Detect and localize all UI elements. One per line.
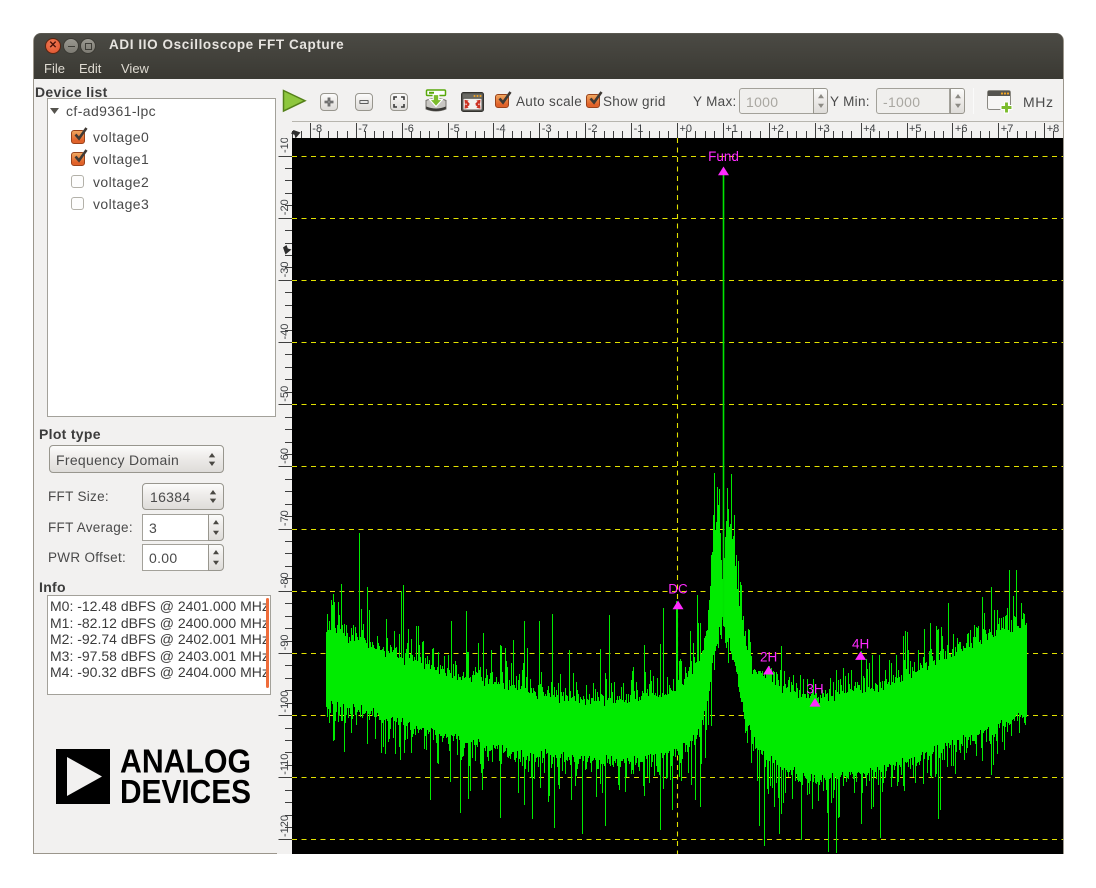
svg-text:-30: -30 [279, 261, 291, 277]
svg-text:-1: -1 [634, 123, 644, 135]
svg-text:-2: -2 [588, 123, 598, 135]
svg-text:3H: 3H [806, 682, 823, 697]
svg-text:-10: -10 [279, 138, 291, 153]
svg-text:-50: -50 [279, 386, 291, 402]
svg-text:-3: -3 [542, 123, 552, 135]
svg-text:-6: -6 [404, 123, 414, 135]
svg-text:-7: -7 [358, 123, 368, 135]
svg-text:4H: 4H [852, 637, 869, 652]
svg-text:-120: -120 [279, 815, 291, 837]
svg-text:+3: +3 [817, 123, 830, 135]
svg-text:-60: -60 [279, 448, 291, 464]
svg-text:-80: -80 [279, 572, 291, 588]
svg-text:+4: +4 [863, 123, 876, 135]
svg-text:DEVICES: DEVICES [120, 773, 251, 805]
svg-text:2H: 2H [760, 650, 777, 665]
svg-text:+0: +0 [680, 123, 693, 135]
svg-text:-100: -100 [279, 691, 291, 713]
svg-text:+6: +6 [955, 123, 968, 135]
svg-text:+5: +5 [909, 123, 922, 135]
svg-text:+2: +2 [771, 123, 784, 135]
svg-text:+7: +7 [1001, 123, 1014, 135]
svg-text:-70: -70 [279, 510, 291, 526]
svg-text:DC: DC [668, 582, 688, 597]
svg-text:-8: -8 [312, 123, 322, 135]
svg-text:+1: +1 [725, 123, 738, 135]
svg-text:Fund: Fund [708, 149, 739, 164]
svg-text:-4: -4 [496, 123, 506, 135]
svg-text:-20: -20 [279, 199, 291, 215]
svg-text:-90: -90 [279, 634, 291, 650]
svg-text:+8: +8 [1047, 123, 1060, 135]
svg-text:-110: -110 [279, 754, 291, 775]
svg-text:-40: -40 [279, 324, 291, 340]
svg-text:-5: -5 [450, 123, 460, 135]
